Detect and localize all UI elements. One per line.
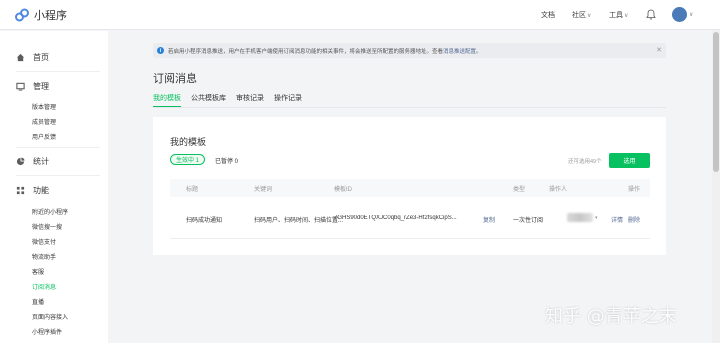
notice-text: 若启用小程序消息推送，用户在手机客户端使用订阅消息功能的相关事件，将会推送至所配…: [168, 48, 444, 55]
templates-card: 我的模板 生效中 1 已暂停 0 还可选用49个 选用 标题 关键词 模板ID …: [153, 117, 666, 255]
operator-name-redacted: [567, 213, 593, 222]
pie-chart-icon: [16, 157, 25, 166]
chevron-down-icon: ∨: [587, 12, 592, 19]
sidebar-item-pay[interactable]: 微信支付: [32, 237, 56, 246]
close-icon[interactable]: ✕: [656, 46, 662, 54]
template-keywords: 扫码用户、扫码时间、扫描位置...: [254, 218, 344, 224]
tab-public-library[interactable]: 公共模板库: [191, 93, 226, 107]
table-row: 扫码成功通知 扫码用户、扫码时间、扫描位置... 7GHS90d0ETQXJC0…: [170, 197, 650, 239]
column-header: 模板ID: [334, 187, 353, 193]
template-type: 一次性订阅: [513, 218, 544, 224]
column-header: 操作: [628, 187, 641, 193]
nav-community[interactable]: 社区 ∨: [572, 0, 591, 30]
notice-suffix: 。: [476, 48, 482, 55]
tab-my-templates[interactable]: 我的模板: [153, 93, 181, 107]
delete-link[interactable]: 删除: [628, 215, 640, 224]
nav-tools[interactable]: 工具 ∨: [609, 0, 628, 30]
sidebar-section-label: 功能: [33, 186, 49, 195]
scrollbar-thumb[interactable]: [713, 32, 719, 172]
divider: [16, 71, 100, 72]
nav-tools-label: 工具: [609, 12, 623, 19]
quota-text: 还可选用49个: [568, 159, 602, 165]
card-title: 我的模板: [170, 137, 207, 147]
tab-operation-records[interactable]: 操作记录: [274, 93, 302, 107]
tabs-divider: [153, 107, 666, 108]
tab-review-records[interactable]: 审核记录: [236, 93, 264, 107]
detail-link[interactable]: 详情: [611, 215, 623, 224]
template-id: 7GHS90d0ETQXJC0qbq_rZe3-Hf2fsqkCipS...: [334, 215, 457, 221]
column-header: 标题: [186, 187, 199, 193]
status-filter-active[interactable]: 生效中 1: [170, 154, 206, 165]
sidebar-item-logistics[interactable]: 物流助手: [32, 252, 56, 261]
divider: [16, 175, 100, 176]
sidebar-section-label: 管理: [33, 82, 49, 91]
table-header: 标题 关键词 模板ID 类型 操作人 操作: [170, 179, 650, 197]
divider: [16, 147, 100, 148]
sidebar-item-features: 功能: [16, 185, 49, 196]
template-title: 扫码成功通知: [186, 218, 223, 224]
sidebar-item-live[interactable]: 直播: [32, 297, 44, 306]
copy-link[interactable]: 复制: [483, 215, 495, 224]
top-bar: 小程序 文档 社区 ∨ 工具 ∨ ∨: [0, 0, 720, 30]
sidebar-item-version[interactable]: 版本管理: [32, 102, 56, 111]
sidebar: 首页 管理 版本管理 成员管理 用户反馈 统计 功能 附近的小程序 微信搜一搜 …: [0, 31, 108, 343]
logo[interactable]: 小程序: [14, 7, 67, 23]
notice-link[interactable]: 消息推送配置: [443, 47, 476, 55]
sidebar-item-content[interactable]: 页面内容接入: [32, 312, 68, 321]
sidebar-item-feedback[interactable]: 用户反馈: [32, 132, 56, 141]
watermark: 知乎 @青苹之末: [545, 306, 677, 327]
sidebar-item-service[interactable]: 客服: [32, 267, 44, 276]
chevron-down-icon[interactable]: ∨: [689, 11, 693, 18]
sidebar-item-manage: 管理: [16, 81, 49, 92]
sidebar-item-plugins[interactable]: 小程序插件: [32, 327, 62, 336]
nav-docs[interactable]: 文档: [541, 0, 555, 30]
sidebar-item-members[interactable]: 成员管理: [32, 117, 56, 126]
nav-docs-label: 文档: [541, 12, 555, 19]
sidebar-item-nearby[interactable]: 附近的小程序: [32, 207, 68, 216]
sidebar-item-subscribe-messages[interactable]: 订阅消息: [32, 282, 56, 291]
column-header: 操作人: [549, 187, 568, 193]
chevron-down-icon[interactable]: ▾: [595, 215, 598, 221]
mini-program-logo-icon: [15, 8, 29, 22]
select-template-button[interactable]: 选用: [609, 153, 650, 168]
page-title: 订阅消息: [153, 73, 197, 85]
nav-community-label: 社区: [572, 12, 586, 19]
app-name: 小程序: [34, 10, 67, 22]
info-icon: i: [157, 47, 164, 54]
notice-banner: i 若启用小程序消息推送，用户在手机客户端使用订阅消息功能的相关事件，将会推送至…: [153, 43, 666, 58]
bell-icon[interactable]: [646, 9, 656, 20]
status-filter-stopped[interactable]: 已暂停 0: [215, 156, 238, 165]
sidebar-item-label: 首页: [33, 53, 49, 62]
sidebar-item-label: 统计: [33, 157, 49, 166]
scrollbar[interactable]: [712, 30, 720, 343]
column-header: 类型: [513, 187, 526, 193]
grid-icon: [16, 186, 25, 195]
column-header: 关键词: [254, 187, 273, 193]
tab-bar: 我的模板 公共模板库 审核记录 操作记录: [153, 93, 312, 107]
sidebar-item-stats[interactable]: 统计: [16, 156, 49, 167]
chevron-down-icon: ∨: [624, 12, 629, 19]
monitor-icon: [16, 82, 25, 91]
avatar[interactable]: [672, 7, 687, 22]
sidebar-item-search[interactable]: 微信搜一搜: [32, 222, 62, 231]
home-icon: [16, 53, 25, 62]
sidebar-item-home[interactable]: 首页: [16, 52, 49, 63]
